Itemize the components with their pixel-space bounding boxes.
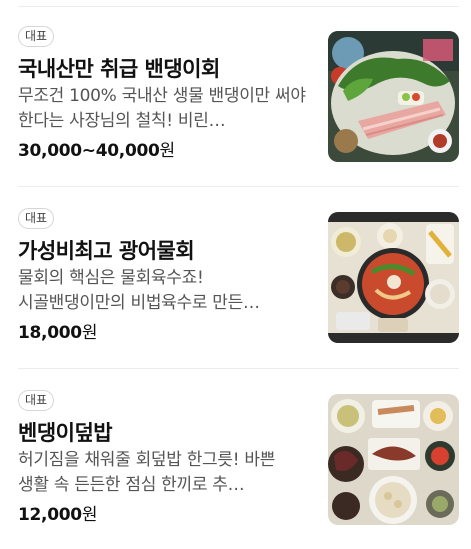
menu-item-description: 무조건 100% 국내산 생물 밴댕이만 써야 한다는 사장님의 철칙! 비린… [18,86,306,131]
menu-item-name: 벤댕이덮밥 [18,421,113,445]
divider [18,6,459,7]
price-amount: 12,000 [18,505,82,525]
signature-badge: 대표 [18,208,55,229]
sashimi-platter-photo[interactable] [328,31,459,162]
menu-item[interactable]: 대표 국내산만 취급 밴댕이회 무조건 100% 국내산 생물 밴댕이만 써야 … [18,26,459,176]
menu-item-description: 물회의 핵심은 물회육수죠! 시골밴댕이만의 비법육수로 만든 쫄깃한… [18,268,243,313]
menu-item[interactable]: 대표 벤댕이덮밥 허기짐을 채워줄 회덮밥 한그릇! 바쁜 생활 속 든든한 점… [18,390,459,540]
price-amount: 18,000 [18,323,82,343]
divider [18,368,459,369]
menu-item-price: 30,000~40,000원 [18,136,175,161]
menu-item-name: 가성비최고 광어물회 [18,239,195,263]
menu-list: 대표 국내산만 취급 밴댕이회 무조건 100% 국내산 생물 밴댕이만 써야 … [0,0,471,549]
cold-raw-fish-soup-photo[interactable] [328,212,459,343]
signature-badge: 대표 [18,390,55,411]
price-unit: 원 [159,141,176,161]
signature-badge: 대표 [18,26,55,47]
menu-item-description: 허기짐을 채워줄 회덮밥 한그릇! 바쁜 생활 속 든든한 점심 한끼로 추… [18,450,276,495]
cold-raw-fish-soup-image [328,212,459,343]
menu-item-price: 18,000원 [18,318,97,343]
divider [18,186,459,187]
price-unit: 원 [81,505,98,525]
menu-item[interactable]: 대표 가성비최고 광어물회 물회의 핵심은 물회육수죠! 시골밴댕이만의 비법육… [18,208,459,358]
menu-item-name: 국내산만 취급 밴댕이회 [18,57,220,81]
price-unit: 원 [81,323,98,343]
raw-fish-rice-bowl-image [328,394,459,525]
raw-fish-rice-bowl-photo[interactable] [328,394,459,525]
sashimi-platter-image [328,31,459,162]
menu-item-price: 12,000원 [18,500,97,525]
price-amount: 30,000~40,000 [18,141,160,161]
